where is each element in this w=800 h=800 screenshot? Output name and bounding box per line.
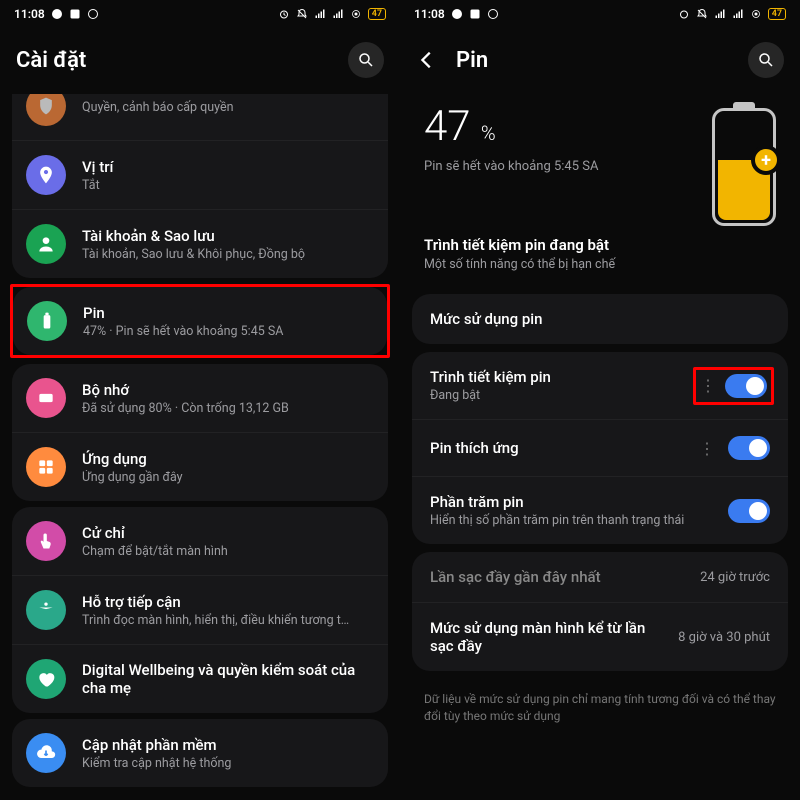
row-battery-saver[interactable]: Trình tiết kiệm pin Đang bật ⋮ bbox=[412, 352, 788, 420]
search-button[interactable] bbox=[748, 42, 784, 78]
gallery-icon bbox=[469, 8, 481, 20]
settings-row-privacy[interactable]: Quyền, cảnh báo cấp quyền bbox=[12, 94, 388, 141]
saver-toggle[interactable] bbox=[725, 374, 767, 398]
more-icon[interactable]: ⋮ bbox=[700, 376, 715, 395]
apps-icon bbox=[26, 447, 66, 487]
page-title: Cài đặt bbox=[16, 48, 330, 73]
settings-row-accessibility[interactable]: Hỗ trợ tiếp cận Trình đọc màn hình, hiển… bbox=[12, 576, 388, 645]
status-time: 11:08 bbox=[14, 7, 45, 21]
usage-card: Mức sử dụng pin bbox=[412, 294, 788, 344]
search-button[interactable] bbox=[348, 42, 384, 78]
page-title: Pin bbox=[456, 48, 730, 73]
messenger-icon bbox=[51, 8, 63, 20]
settings-row-accounts[interactable]: Tài khoản & Sao lưu Tài khoản, Sao lưu &… bbox=[12, 210, 388, 278]
settings-row-apps[interactable]: Ứng dụng Ứng dụng gần đây bbox=[12, 433, 388, 501]
search-icon bbox=[357, 51, 375, 69]
battery-summary: 47 % Pin sẽ hết vào khoảng 5:45 SA + bbox=[400, 88, 800, 236]
search-icon bbox=[757, 51, 775, 69]
highlight-saver-toggle: ⋮ bbox=[693, 367, 774, 405]
hotspot-icon bbox=[750, 8, 762, 20]
alarm-icon bbox=[678, 8, 690, 20]
storage-icon bbox=[26, 378, 66, 418]
settings-group-4: Cập nhật phần mềm Kiểm tra cập nhật hệ t… bbox=[12, 719, 388, 787]
settings-group-3: Cử chỉ Chạm để bật/tắt màn hình Hỗ trợ t… bbox=[12, 507, 388, 713]
battery-screen: 11:08 47 Pin 47 % Pin sẽ hết vào khoản bbox=[400, 0, 800, 800]
settings-row-wellbeing[interactable]: Digital Wellbeing và quyền kiểm soát của… bbox=[12, 645, 388, 713]
settings-group-1: Quyền, cảnh báo cấp quyền Vị trí Tắt Tài… bbox=[12, 94, 388, 278]
settings-row-location[interactable]: Vị trí Tắt bbox=[12, 141, 388, 210]
battery-usage-link[interactable]: Mức sử dụng pin bbox=[412, 294, 788, 344]
settings-row-battery[interactable]: Pin 47% · Pin sẽ hết vào khoảng 5:45 SA bbox=[13, 287, 387, 355]
more-icon[interactable]: ⋮ bbox=[699, 439, 714, 458]
row-sub: Tắt bbox=[82, 178, 372, 193]
row-screen-usage: Mức sử dụng màn hình kể từ lần sạc đầy 8… bbox=[412, 603, 788, 671]
adaptive-toggle[interactable] bbox=[728, 436, 770, 460]
settings-row-storage[interactable]: Bộ nhớ Đã sử dụng 80% · Còn trống 13,12 … bbox=[12, 364, 388, 433]
gallery-icon bbox=[69, 8, 81, 20]
hotspot-icon bbox=[350, 8, 362, 20]
status-battery-icon: 47 bbox=[768, 8, 786, 20]
circle-icon bbox=[487, 8, 499, 20]
location-icon bbox=[26, 155, 66, 195]
status-battery-icon: 47 bbox=[368, 8, 386, 20]
circle-icon bbox=[87, 8, 99, 20]
footnote: Dữ liệu về mức sử dụng pin chỉ mang tính… bbox=[400, 679, 800, 738]
saver-notice: Trình tiết kiệm pin đang bật Một số tính… bbox=[400, 236, 800, 286]
status-time: 11:08 bbox=[414, 7, 445, 21]
highlight-battery-row: Pin 47% · Pin sẽ hết vào khoảng 5:45 SA bbox=[10, 284, 390, 358]
download-icon bbox=[26, 733, 66, 773]
battery-saver-badge-icon: + bbox=[751, 145, 781, 175]
row-battery-percent[interactable]: Phần trăm pin Hiển thị số phần trăm pin … bbox=[412, 477, 788, 544]
privacy-icon bbox=[26, 94, 66, 126]
mute-icon bbox=[296, 8, 308, 20]
signal2-icon bbox=[732, 8, 744, 20]
signal2-icon bbox=[332, 8, 344, 20]
settings-group-2: Bộ nhớ Đã sử dụng 80% · Còn trống 13,12 … bbox=[12, 364, 388, 501]
signal-icon bbox=[714, 8, 726, 20]
info-card: Lần sạc đầy gần đây nhất 24 giờ trước Mứ… bbox=[412, 552, 788, 671]
messenger-icon bbox=[451, 8, 463, 20]
status-bar: 11:08 47 bbox=[0, 0, 400, 28]
battery-header: Pin bbox=[400, 28, 800, 88]
battery-illustration: + bbox=[712, 108, 776, 226]
heart-icon bbox=[26, 659, 66, 699]
settings-row-gesture[interactable]: Cử chỉ Chạm để bật/tắt màn hình bbox=[12, 507, 388, 576]
status-bar-r: 11:08 47 bbox=[400, 0, 800, 28]
person-icon bbox=[26, 224, 66, 264]
accessibility-icon bbox=[26, 590, 66, 630]
back-button[interactable] bbox=[416, 49, 438, 71]
alarm-icon bbox=[278, 8, 290, 20]
touch-icon bbox=[26, 521, 66, 561]
battery-icon bbox=[27, 301, 67, 341]
percent-toggle[interactable] bbox=[728, 499, 770, 523]
chevron-left-icon bbox=[416, 49, 438, 71]
settings-header: Cài đặt bbox=[0, 28, 400, 88]
settings-screen: 11:08 47 Cài đặt Quyền, cảnh báo cấp quy… bbox=[0, 0, 400, 800]
row-adaptive-battery[interactable]: Pin thích ứng ⋮ bbox=[412, 420, 788, 477]
mute-icon bbox=[696, 8, 708, 20]
row-title: Vị trí bbox=[82, 158, 372, 176]
battery-percentage: 47 % bbox=[424, 102, 692, 151]
row-last-full-charge: Lần sạc đầy gần đây nhất 24 giờ trước bbox=[412, 552, 788, 603]
settings-row-update[interactable]: Cập nhật phần mềm Kiểm tra cập nhật hệ t… bbox=[12, 719, 388, 787]
options-card: Trình tiết kiệm pin Đang bật ⋮ Pin thích… bbox=[412, 352, 788, 544]
signal-icon bbox=[314, 8, 326, 20]
battery-estimate: Pin sẽ hết vào khoảng 5:45 SA bbox=[424, 159, 692, 174]
